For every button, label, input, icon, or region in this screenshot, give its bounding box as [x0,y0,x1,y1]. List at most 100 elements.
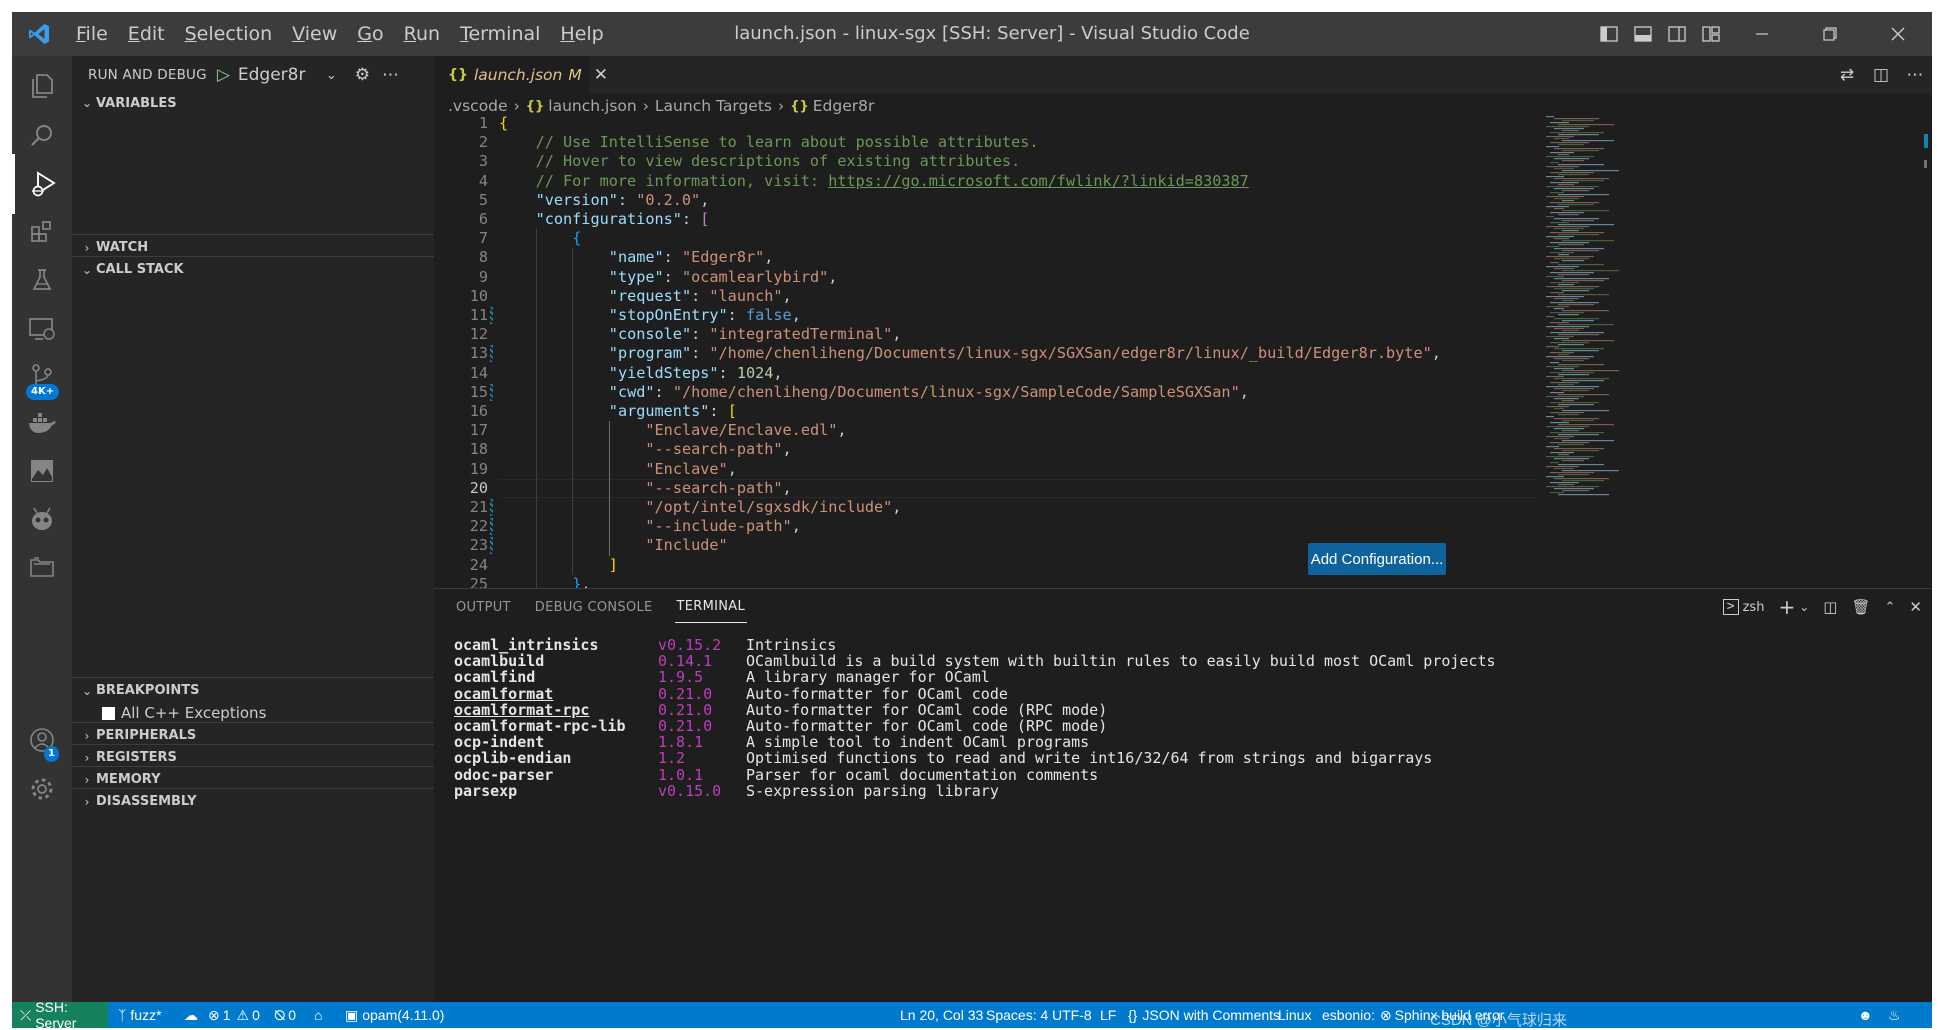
problems-indicator[interactable]: ⊗ 1 ⚠ 0 [208,1002,260,1028]
toggle-secondary-sidebar-icon[interactable] [1660,12,1694,56]
dirty-diff-marker[interactable] [490,518,493,536]
code-token: , [581,574,591,588]
terminal-line: ocaml_intrinsics v0.15.2 Intrinsics [454,637,1924,653]
manage-gear-icon[interactable] [12,759,72,819]
git-branch[interactable]: ᛉ fuzz* [118,1002,162,1028]
editor-scrollbar[interactable] [1918,114,1932,588]
sidebar-header: RUN AND DEBUG ▷ Edger8r ⌄ ⚙ ⋯ [72,56,434,94]
feedback-icon[interactable]: ☻ [1858,1002,1873,1028]
cursor-position[interactable]: Ln 20, Col 33 [900,1002,983,1028]
sync-icon[interactable]: ☁ [184,1002,198,1028]
add-configuration-button[interactable]: Add Configuration... [1308,543,1446,575]
kill-terminal-trash-icon[interactable]: 🗑 [1851,598,1870,616]
breakpoint-checkbox[interactable] [102,706,115,720]
minimize-icon[interactable] [1728,12,1796,56]
project-manager-icon[interactable] [12,537,72,597]
menu-run[interactable]: Run [394,12,450,56]
line-content: "console": "integratedTerminal", [609,325,902,344]
minimap-line [1554,198,1579,200]
chevron-right-icon: › [84,750,90,765]
chevron-down-icon[interactable]: ⌄ [1799,600,1809,614]
tab-close-icon[interactable]: ✕ [594,65,608,85]
panel-tab-debug-console[interactable]: DEBUG CONSOLE [533,592,655,623]
start-debugging-icon[interactable]: ▷ [217,65,230,85]
package-description: A library manager for OCaml [746,668,990,687]
panel-tab-output[interactable]: OUTPUT [454,592,513,623]
menu-view[interactable]: View [282,12,347,56]
line-content: "name": "Edger8r", [609,248,774,267]
package-name[interactable]: ocamlformat [454,685,553,702]
end-of-line[interactable]: LF [1100,1002,1116,1028]
terminal-output[interactable]: ocaml_intrinsics v0.15.2 Intrinsics ocamlbu… [454,637,1924,1003]
minimap-line [1562,260,1584,262]
minimap-line [1558,484,1574,486]
code-line[interactable]: 25}, [434,574,1814,588]
more-actions-icon[interactable]: ⋯ [382,65,399,85]
more-actions-icon[interactable]: ⋯ [1898,65,1932,85]
customize-layout-icon[interactable] [1694,12,1728,56]
indent-guide [608,421,610,441]
breadcrumb-item[interactable]: Edger8r [813,97,875,115]
menu-file[interactable]: File [66,12,118,56]
remote-indicator[interactable]: ⤫ SSH: Server [12,999,108,1028]
toggle-panel-icon[interactable] [1626,12,1660,56]
split-terminal-icon[interactable]: ◫ [1823,598,1837,616]
home-icon[interactable]: ⌂ [314,1002,322,1028]
settings-gear-icon[interactable]: ⚙ [355,65,370,85]
chevron-down-icon[interactable]: ⌄ [326,68,337,83]
breadcrumb-item[interactable]: .vscode [448,97,508,115]
minimap-line [1554,438,1569,440]
menu-terminal[interactable]: Terminal [450,12,550,56]
language-mode[interactable]: {} JSON with Comments [1128,1002,1280,1028]
dirty-diff-marker[interactable] [490,345,493,363]
split-editor-icon[interactable]: ◫ [1864,65,1898,85]
menu-selection[interactable]: Selection [175,12,283,56]
close-panel-icon[interactable]: ✕ [1909,598,1922,616]
code-line[interactable]: 22 "--include-path", [434,517,1814,537]
os-indicator[interactable]: Linux [1278,1002,1311,1028]
close-window-icon[interactable] [1864,12,1932,56]
section-breakpoints[interactable]: ⌄ BREAKPOINTS [72,677,434,703]
tab-label: launch.json [473,66,563,84]
code-token[interactable]: https://go.microsoft.com/fwlink/?linkid=… [828,172,1249,190]
menu-edit[interactable]: Edit [118,12,175,56]
debug-config-select[interactable]: Edger8r [238,65,318,85]
dirty-diff-marker[interactable] [490,499,493,516]
section-call-stack[interactable]: ⌄ CALL STACK [72,256,434,282]
menu-help[interactable]: Help [550,12,613,56]
open-changes-icon[interactable]: ⇄ [1830,65,1864,85]
section-variables[interactable]: ⌄ VARIABLES [72,90,434,116]
dirty-diff-marker[interactable] [490,307,493,324]
line-number: 21 [469,498,488,516]
package-name[interactable]: ocamlformat-rpc [454,702,589,718]
minimap-line [1546,436,1574,438]
minimap-line [1562,390,1589,392]
terminal-shell-icon[interactable]: > [1722,599,1739,615]
minimap-line [1546,236,1574,238]
dirty-diff-marker[interactable] [490,537,493,555]
code-line[interactable]: 23 "Include" [434,536,1814,556]
indent-guide [535,459,537,479]
toggle-primary-sidebar-icon[interactable] [1592,12,1626,56]
dirty-diff-marker[interactable] [490,383,493,401]
maximize-panel-chevron-up-icon[interactable]: ⌃ [1885,600,1896,615]
notifications-bell-icon[interactable]: ♨ [1888,1002,1901,1028]
code-line[interactable]: 24] [434,555,1814,575]
ports-indicator[interactable]: ⦰ 0 [274,1002,296,1028]
opam-switch[interactable]: ▣ opam(4.11.0) [345,1002,444,1028]
breadcrumb-item[interactable]: Launch Targets [655,97,772,115]
menu-go[interactable]: Go [347,12,393,56]
new-terminal-icon[interactable]: + [1778,595,1795,619]
minimap-line [1550,452,1574,454]
breadcrumb-item[interactable]: launch.json [548,97,636,115]
indentation[interactable]: Spaces: 4 [986,1002,1048,1028]
section-disassembly[interactable]: › DISASSEMBLY [72,788,434,814]
restore-icon[interactable] [1796,12,1864,56]
encoding[interactable]: UTF-8 [1052,1002,1092,1028]
tab-launch-json[interactable]: {} launch.json M ✕ [434,56,608,94]
code-token: "request" [608,286,692,305]
terminal-shell-name[interactable]: zsh [1743,600,1765,615]
panel-tab-terminal[interactable]: TERMINAL [674,591,748,623]
breakpoint-all-cpp-exceptions[interactable]: All C++ Exceptions [102,704,266,722]
minimap[interactable] [1538,114,1648,514]
